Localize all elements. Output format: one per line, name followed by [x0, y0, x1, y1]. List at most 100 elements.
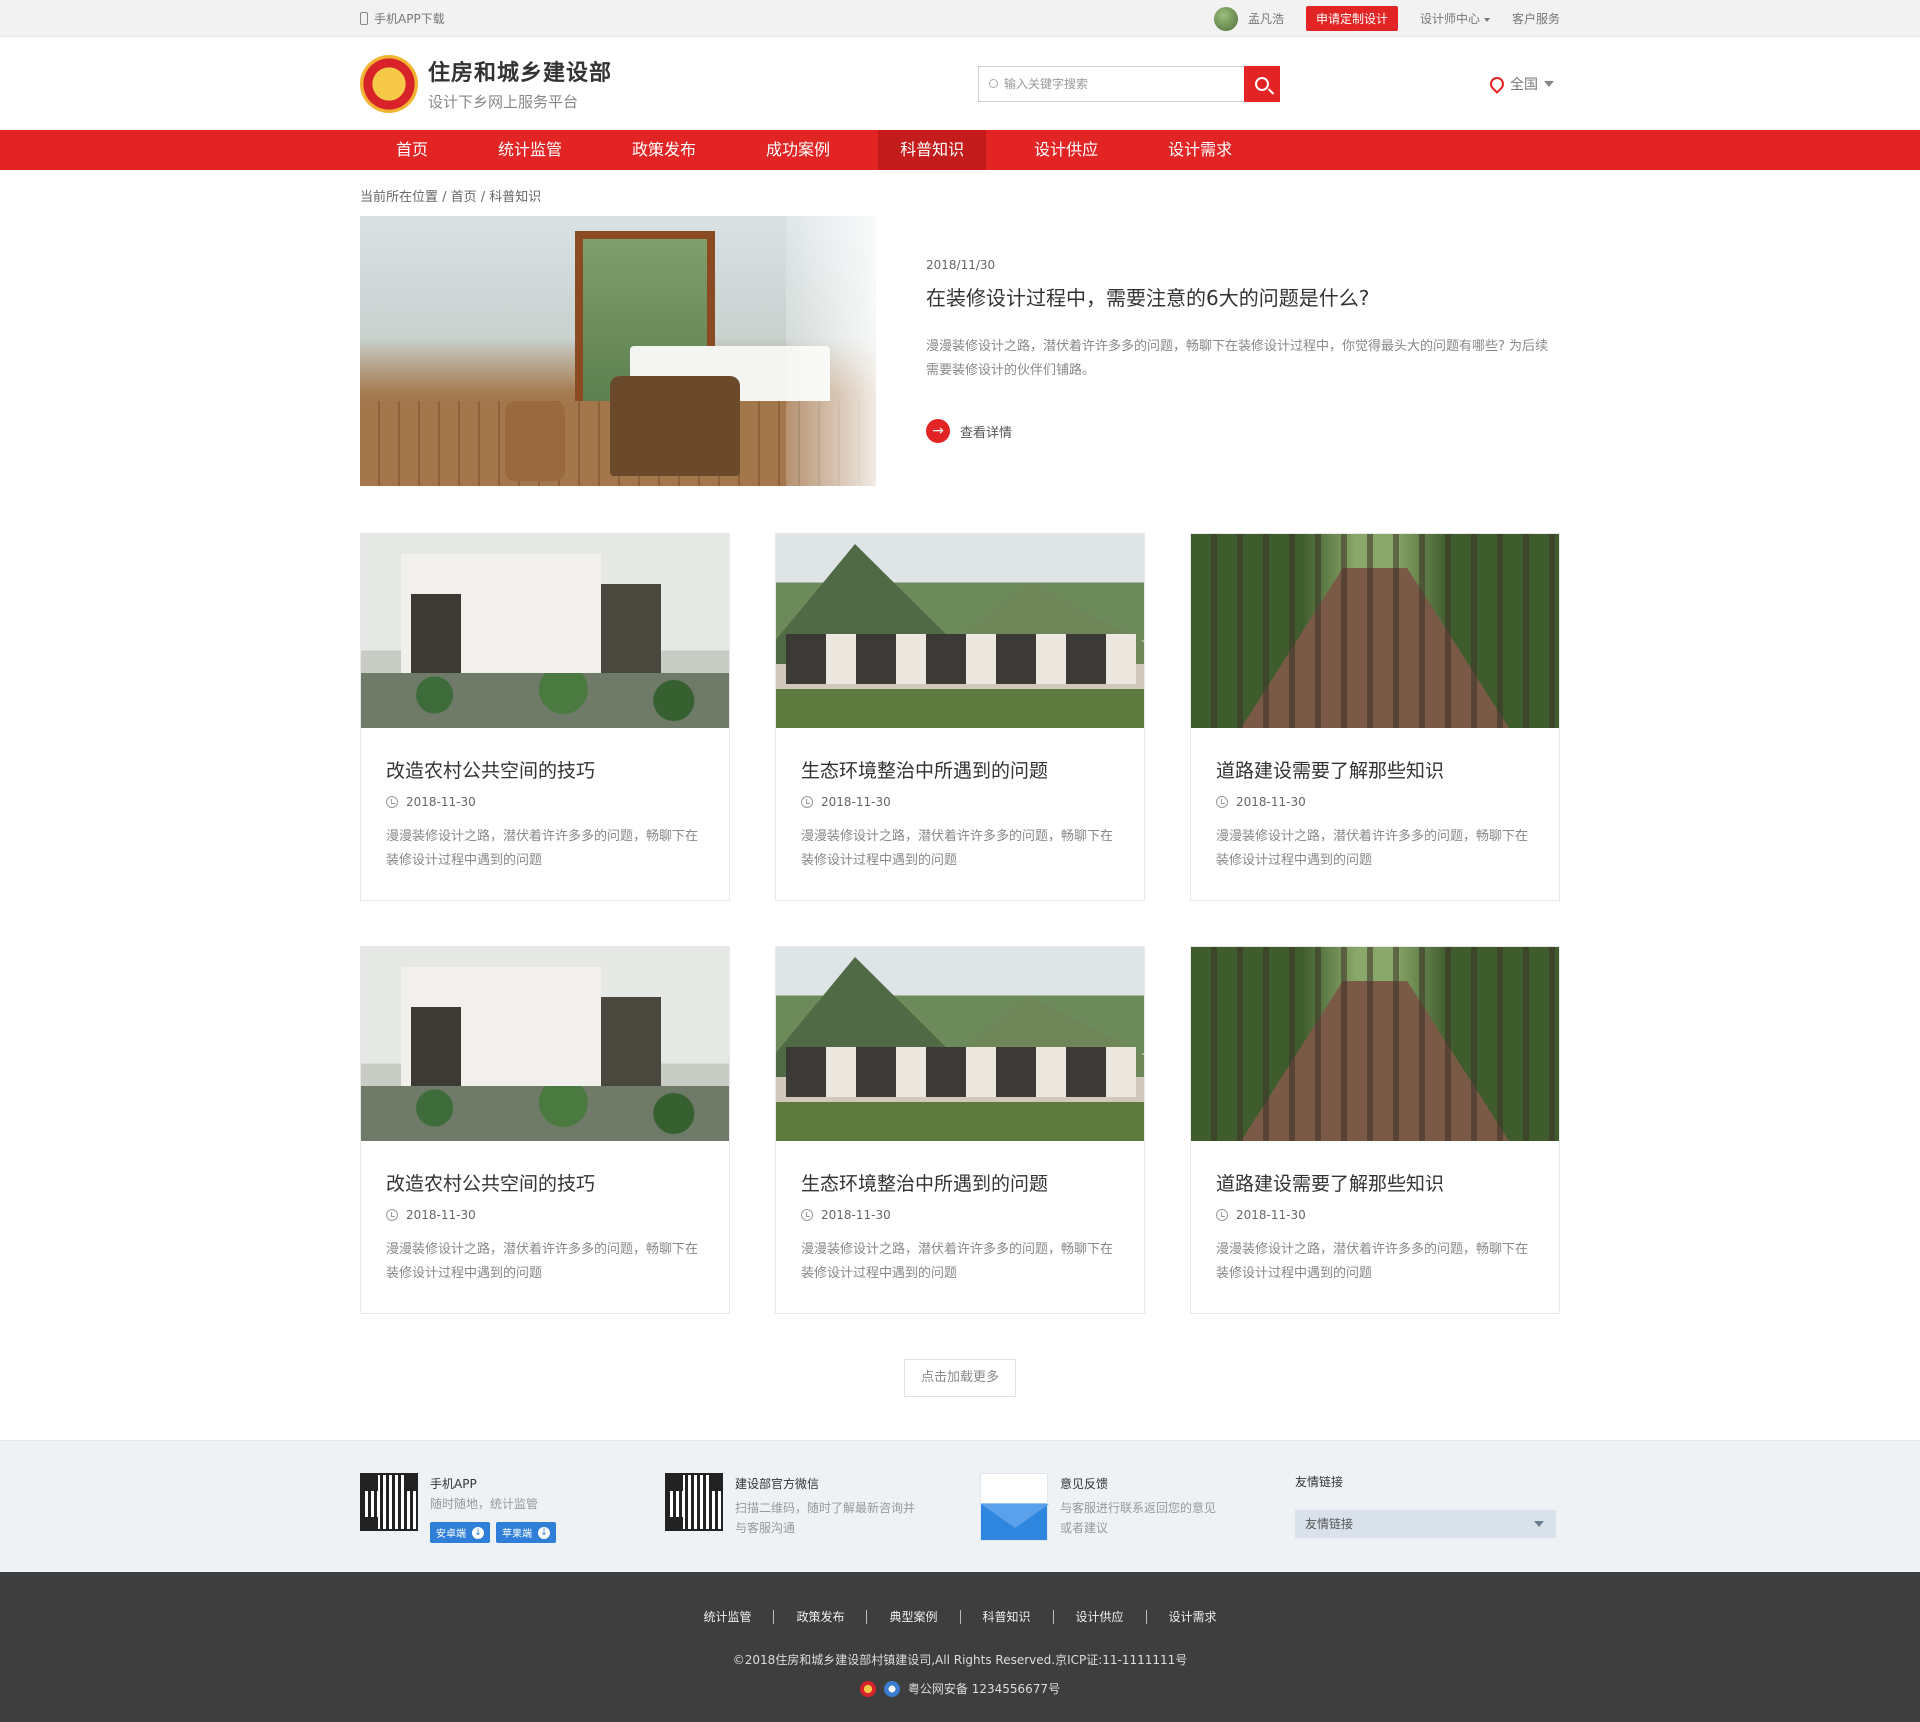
avatar[interactable] [1213, 6, 1238, 31]
article-card[interactable]: 生态环境整治中所遇到的问题 2018-11-30 漫漫装修设计之路，潜伏着许许多… [775, 946, 1145, 1314]
article-card[interactable]: 改造农村公共空间的技巧 2018-11-30 漫漫装修设计之路，潜伏着许许多多的… [360, 533, 730, 901]
breadcrumb: 当前所在位置 / 首页 / 科普知识 [360, 190, 542, 205]
image-plants [361, 673, 729, 728]
featured-article: 2018/11/30 在装修设计过程中，需要注意的6大的问题是什么? 漫漫装修设… [360, 216, 1560, 486]
copyright: ©2018住房和城乡建设部村镇建设司,All Rights Reserved.京… [732, 1653, 1188, 1667]
card-title[interactable]: 道路建设需要了解那些知识 [1216, 756, 1534, 783]
image-roofs [786, 634, 1136, 684]
feedback-block[interactable]: 意见反馈 与客服进行联系返回您的意见或者建议 [980, 1473, 1295, 1543]
card-description: 漫漫装修设计之路，潜伏着许许多多的问题，畅聊下在装修设计过程中遇到的问题 [386, 1242, 699, 1281]
friendly-links-title: 友情链接 [1295, 1475, 1344, 1489]
nav-item-statistics[interactable]: 统计监管 [476, 130, 584, 170]
friendly-links-select[interactable]: 友情链接 [1295, 1510, 1556, 1538]
view-details-link[interactable]: → 查看详情 [926, 419, 1560, 443]
nav-item-design-demand[interactable]: 设计需求 [1146, 130, 1254, 170]
main-nav: 首页 统计监管 政策发布 成功案例 科普知识 设计供应 设计需求 [0, 130, 1920, 170]
card-image[interactable] [1191, 947, 1559, 1141]
designer-center-menu[interactable]: 设计师中心 [1420, 10, 1490, 27]
app-qr-code-icon [360, 1473, 418, 1531]
image-plants [361, 1086, 729, 1141]
phone-icon [360, 12, 368, 25]
download-icon: ↓ [472, 1526, 484, 1539]
header: 住房和城乡建设部 设计下乡网上服务平台 输入关键字搜索 全国 [0, 37, 1920, 130]
card-image[interactable] [776, 947, 1144, 1141]
card-description: 漫漫装修设计之路，潜伏着许许多多的问题，畅聊下在装修设计过程中遇到的问题 [1216, 1242, 1529, 1281]
image-curtain [786, 216, 876, 486]
article-card[interactable]: 改造农村公共空间的技巧 2018-11-30 漫漫装修设计之路，潜伏着许许多多的… [360, 946, 730, 1314]
footer-link-policy[interactable]: 政策发布 [774, 1608, 866, 1625]
card-title[interactable]: 生态环境整治中所遇到的问题 [801, 1169, 1119, 1196]
image-trees [1191, 534, 1559, 728]
chevron-down-icon [1483, 17, 1490, 22]
search-button[interactable] [1244, 65, 1281, 102]
site-title: 住房和城乡建设部 [428, 61, 613, 86]
feedback-subtitle: 与客服进行联系返回您的意见或者建议 [1060, 1501, 1217, 1535]
card-date: 2018-11-30 [821, 1208, 891, 1222]
clock-icon [1216, 1209, 1228, 1221]
card-description: 漫漫装修设计之路，潜伏着许许多多的问题，畅聊下在装修设计过程中遇到的问题 [801, 1242, 1114, 1281]
site-subtitle: 设计下乡网上服务平台 [428, 93, 579, 111]
image-chair [610, 376, 740, 476]
card-description: 漫漫装修设计之路，潜伏着许许多多的问题，畅聊下在装修设计过程中遇到的问题 [801, 829, 1114, 868]
card-image[interactable] [361, 534, 729, 728]
footer-link-cases[interactable]: 典型案例 [867, 1608, 959, 1625]
nav-item-cases[interactable]: 成功案例 [744, 130, 852, 170]
footer-link-design-supply[interactable]: 设计供应 [1054, 1608, 1146, 1625]
top-bar: 手机APP下载 孟凡浩 申请定制设计 设计师中心 客户服务 [0, 0, 1920, 37]
footer-link-knowledge[interactable]: 科普知识 [961, 1608, 1053, 1625]
user-menu[interactable]: 孟凡浩 [1213, 6, 1284, 31]
feedback-title[interactable]: 意见反馈 [1060, 1475, 1225, 1492]
featured-title[interactable]: 在装修设计过程中，需要注意的6大的问题是什么? [926, 282, 1560, 311]
clock-icon [801, 796, 813, 808]
card-title[interactable]: 道路建设需要了解那些知识 [1216, 1169, 1534, 1196]
load-more-button[interactable]: 点击加载更多 [904, 1359, 1016, 1397]
card-date: 2018-11-30 [1236, 1208, 1306, 1222]
card-image[interactable] [361, 947, 729, 1141]
mobile-app-block: 手机APP 随时随地，统计监管 安卓端 ↓ 苹果端 ↓ [360, 1473, 665, 1543]
customer-service-link[interactable]: 客户服务 [1512, 10, 1560, 27]
app-download-link[interactable]: 手机APP下载 [360, 10, 445, 27]
nav-item-knowledge[interactable]: 科普知识 [878, 130, 987, 170]
chevron-down-icon [1534, 1521, 1544, 1527]
ios-download-button[interactable]: 苹果端 ↓ [496, 1522, 556, 1543]
footer-link-statistics[interactable]: 统计监管 [681, 1608, 773, 1625]
search-input[interactable]: 输入关键字搜索 [978, 65, 1245, 102]
image-stool [505, 401, 565, 481]
site-logo[interactable]: 住房和城乡建设部 设计下乡网上服务平台 [428, 55, 612, 112]
card-title[interactable]: 改造农村公共空间的技巧 [386, 1169, 704, 1196]
card-image[interactable] [776, 534, 1144, 728]
national-emblem-icon[interactable] [360, 54, 418, 113]
police-record[interactable]: 粤公网安备 1234556677号 [0, 1680, 1920, 1697]
card-title[interactable]: 生态环境整治中所遇到的问题 [801, 756, 1119, 783]
app-subtitle: 随时随地，统计监管 [430, 1497, 539, 1511]
apply-custom-design-button[interactable]: 申请定制设计 [1305, 6, 1398, 31]
footer-link-design-demand[interactable]: 设计需求 [1147, 1608, 1239, 1625]
police-badge-icon [883, 1680, 900, 1697]
article-card[interactable]: 道路建设需要了解那些知识 2018-11-30 漫漫装修设计之路，潜伏着许许多多… [1190, 533, 1560, 901]
ios-label: 苹果端 [502, 1529, 532, 1540]
download-icon: ↓ [538, 1526, 550, 1539]
nav-item-home[interactable]: 首页 [374, 130, 450, 170]
card-title[interactable]: 改造农村公共空间的技巧 [386, 756, 704, 783]
nav-item-policy[interactable]: 政策发布 [610, 130, 718, 170]
nav-item-design-supply[interactable]: 设计供应 [1012, 130, 1120, 170]
android-download-button[interactable]: 安卓端 ↓ [430, 1522, 490, 1543]
arrow-right-icon: → [926, 419, 950, 443]
friendly-links-block: 友情链接 友情链接 [1295, 1473, 1556, 1543]
app-title: 手机APP [430, 1477, 477, 1491]
article-card[interactable]: 道路建设需要了解那些知识 2018-11-30 漫漫装修设计之路，潜伏着许许多多… [1190, 946, 1560, 1314]
view-details-label: 查看详情 [960, 425, 1013, 441]
location-pin-icon [1487, 73, 1507, 94]
username[interactable]: 孟凡浩 [1248, 10, 1284, 27]
card-image[interactable] [1191, 534, 1559, 728]
search-icon [1255, 76, 1270, 91]
region-selector[interactable]: 全国 [1487, 73, 1554, 94]
clock-icon [801, 1209, 813, 1221]
envelope-icon[interactable] [980, 1473, 1049, 1541]
footer-info: 手机APP 随时随地，统计监管 安卓端 ↓ 苹果端 ↓ 建设部官方微信 扫描二维码，… [0, 1440, 1920, 1572]
wechat-block: 建设部官方微信 扫描二维码，随时了解最新咨询并与客服沟通 [665, 1473, 980, 1543]
featured-image[interactable] [360, 216, 876, 486]
featured-description: 漫漫装修设计之路，潜伏着许许多多的问题，畅聊下在装修设计过程中，你觉得最头大的问… [926, 339, 1549, 378]
article-card[interactable]: 生态环境整治中所遇到的问题 2018-11-30 漫漫装修设计之路，潜伏着许许多… [775, 533, 1145, 901]
card-date: 2018-11-30 [1236, 795, 1306, 809]
